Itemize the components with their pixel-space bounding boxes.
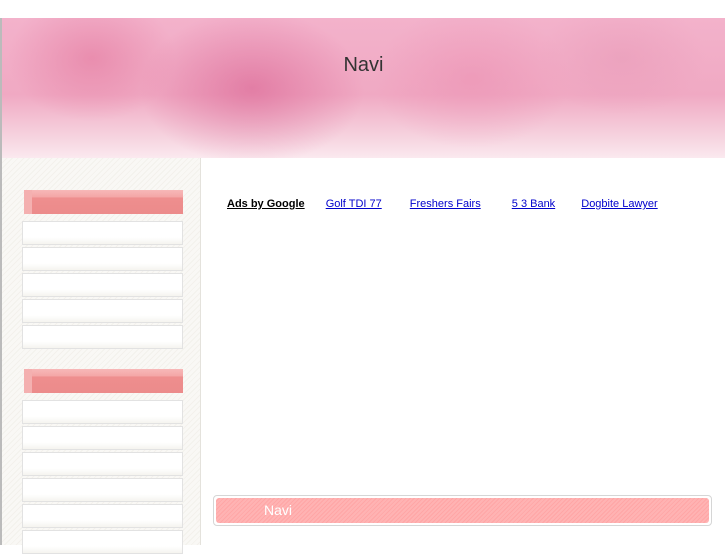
- sidebar-menu-item[interactable]: [22, 299, 183, 323]
- sidebar-menu-item[interactable]: [22, 530, 183, 554]
- top-bar: [0, 0, 727, 18]
- sidebar-menu-item[interactable]: [22, 400, 183, 424]
- ad-link[interactable]: 5 3 Bank: [512, 198, 555, 210]
- ad-link[interactable]: Dogbite Lawyer: [581, 198, 657, 210]
- footer-nav-bar: Navi: [213, 495, 712, 526]
- sidebar-menu-item[interactable]: [22, 221, 183, 245]
- ads-bar: Ads by Google Golf TDI 77 Freshers Fairs…: [227, 198, 683, 210]
- sidebar-menu-item[interactable]: [22, 478, 183, 502]
- sidebar-menu-2: [22, 400, 183, 556]
- sidebar-section-header-1: [24, 190, 183, 214]
- sidebar-menu-1: [22, 221, 183, 351]
- sidebar-menu-item[interactable]: [22, 273, 183, 297]
- ad-link[interactable]: Golf TDI 77: [326, 198, 382, 210]
- site-title: Navi: [343, 54, 384, 76]
- ads-by-google-link[interactable]: Ads by Google: [227, 198, 305, 210]
- sidebar-section-header-2: [24, 369, 183, 393]
- header-banner: Navi: [2, 18, 725, 158]
- footer-title: Navi: [216, 498, 709, 523]
- sidebar: [2, 158, 201, 554]
- sidebar-menu-item[interactable]: [22, 247, 183, 271]
- sidebar-menu-item[interactable]: [22, 325, 183, 349]
- sidebar-menu-item[interactable]: [22, 504, 183, 528]
- sidebar-menu-item[interactable]: [22, 426, 183, 450]
- ad-link[interactable]: Freshers Fairs: [410, 198, 481, 210]
- sidebar-menu-item[interactable]: [22, 452, 183, 476]
